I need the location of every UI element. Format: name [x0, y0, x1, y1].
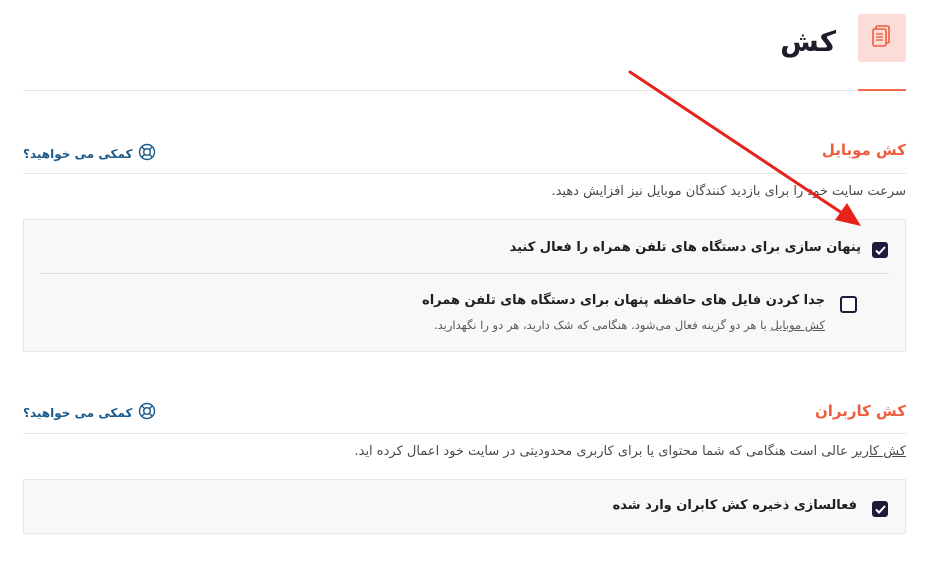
section-divider	[23, 433, 906, 434]
section-description: سرعت سایت خود را برای بازدید کنندگان موب…	[551, 184, 906, 199]
logged-in-user-cache-checkbox[interactable]	[872, 501, 888, 517]
page-icon-box	[858, 14, 906, 62]
user-cache-options-panel: فعالسازی ذخیره کش کابران وارد شده	[23, 479, 906, 534]
user-cache-doc-link[interactable]: کش کاربر	[852, 444, 906, 459]
help-link-user[interactable]: کمکی می خواهید؟	[23, 402, 156, 423]
help-link-mobile[interactable]: کمکی می خواهید؟	[23, 143, 156, 164]
document-icon	[871, 24, 893, 52]
options-divider	[40, 273, 889, 274]
separate-mobile-cache-description: کش موبایل با هر دو گزینه فعال می‌شود. هن…	[434, 318, 825, 332]
separate-mobile-cache-label: جدا کردن فایل های حافظه پنهان برای دستگا…	[422, 293, 825, 308]
checkmark-icon	[874, 504, 886, 514]
section-title-user-cache: کش کاربران	[814, 402, 906, 420]
mobile-cache-checkbox[interactable]	[872, 242, 888, 258]
section-title-mobile-cache: کش موبایل	[821, 141, 906, 159]
user-cache-description: کش کاربر عالی است هنگامی که شما محتوای ی…	[354, 444, 906, 459]
lifebuoy-icon	[138, 402, 156, 423]
checkmark-icon	[874, 245, 886, 255]
mobile-cache-doc-link[interactable]: کش موبایل	[770, 318, 825, 332]
help-link-label: کمکی می خواهید؟	[23, 405, 133, 420]
user-cache-description-text: عالی است هنگامی که شما محتوای یا برای کا…	[354, 444, 852, 459]
header-accent-underline	[858, 89, 906, 91]
page-title: کش	[780, 25, 836, 58]
mobile-cache-option-label: پنهان سازی برای دستگاه های تلفن همراه را…	[509, 240, 861, 255]
mobile-cache-options-panel: پنهان سازی برای دستگاه های تلفن همراه را…	[23, 219, 906, 352]
logged-in-user-cache-label: فعالسازی ذخیره کش کابران وارد شده	[612, 498, 857, 513]
lifebuoy-icon	[138, 143, 156, 164]
header-divider	[23, 90, 906, 91]
section-divider	[23, 173, 906, 174]
help-link-label: کمکی می خواهید؟	[23, 146, 133, 161]
separate-mobile-cache-checkbox[interactable]	[840, 296, 857, 313]
separate-mobile-cache-description-text: با هر دو گزینه فعال می‌شود. هنگامی که شک…	[433, 318, 771, 332]
